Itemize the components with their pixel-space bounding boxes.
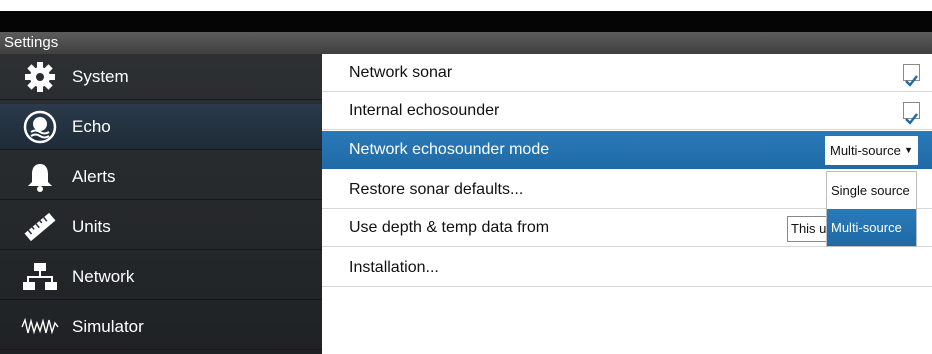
select-value: Multi-source	[830, 143, 901, 158]
setting-row-network-echosounder-mode[interactable]: Network echosounder mode Multi-source ▼	[322, 131, 932, 169]
checkmark-icon	[905, 75, 918, 87]
sidebar-item-label: System	[72, 66, 129, 86]
setting-label: Installation...	[349, 259, 439, 276]
dropdown-option-single-source[interactable]: Single source	[827, 172, 916, 209]
sidebar-item-label: Network	[72, 266, 135, 286]
sidebar-item-system[interactable]: System	[0, 54, 322, 100]
dropdown-option-multi-source[interactable]: Multi-source	[827, 209, 916, 246]
echosounder-mode-dropdown-menu: Single source Multi-source	[826, 171, 917, 247]
settings-title-bar: Settings	[0, 32, 932, 54]
setting-label: Network sonar	[349, 64, 453, 81]
internal-echosounder-checkbox[interactable]	[903, 102, 920, 125]
top-bar	[0, 0, 932, 11]
setting-row-internal-echosounder[interactable]: Internal echosounder	[322, 92, 932, 130]
sidebar-item-label: Units	[72, 216, 111, 236]
bell-icon	[20, 159, 60, 195]
sidebar-item-label: Echo	[72, 116, 111, 136]
echo-icon	[20, 109, 60, 145]
setting-label: Use depth & temp data from	[349, 219, 550, 236]
sidebar-item-label: Alerts	[72, 166, 116, 186]
depth-temp-source-select[interactable]: This un	[787, 216, 827, 242]
setting-row-network-sonar[interactable]: Network sonar	[322, 54, 932, 92]
network-icon	[20, 259, 60, 295]
gear-icon	[20, 59, 60, 95]
status-band	[0, 11, 932, 32]
settings-sidebar: System Echo Alerts Units Network Simulat…	[0, 54, 322, 354]
setting-label: Internal echosounder	[349, 102, 500, 119]
sidebar-item-simulator[interactable]: Simulator	[0, 304, 322, 350]
sidebar-item-units[interactable]: Units	[0, 204, 322, 250]
setting-label: Network echosounder mode	[349, 141, 550, 158]
sidebar-item-label: Simulator	[72, 316, 144, 336]
caret-down-icon: ▼	[904, 145, 913, 155]
window-title: Settings	[4, 34, 59, 51]
echosounder-mode-select[interactable]: Multi-source ▼	[825, 136, 918, 165]
setting-row-installation[interactable]: Installation...	[322, 249, 932, 287]
ruler-icon	[20, 209, 60, 245]
sidebar-item-echo[interactable]: Echo	[0, 104, 322, 150]
checkmark-icon	[905, 113, 918, 125]
sidebar-item-alerts[interactable]: Alerts	[0, 154, 322, 200]
sidebar-item-network[interactable]: Network	[0, 254, 322, 300]
simulator-icon	[20, 309, 60, 345]
setting-label: Restore sonar defaults...	[349, 181, 524, 198]
network-sonar-checkbox[interactable]	[903, 64, 920, 87]
